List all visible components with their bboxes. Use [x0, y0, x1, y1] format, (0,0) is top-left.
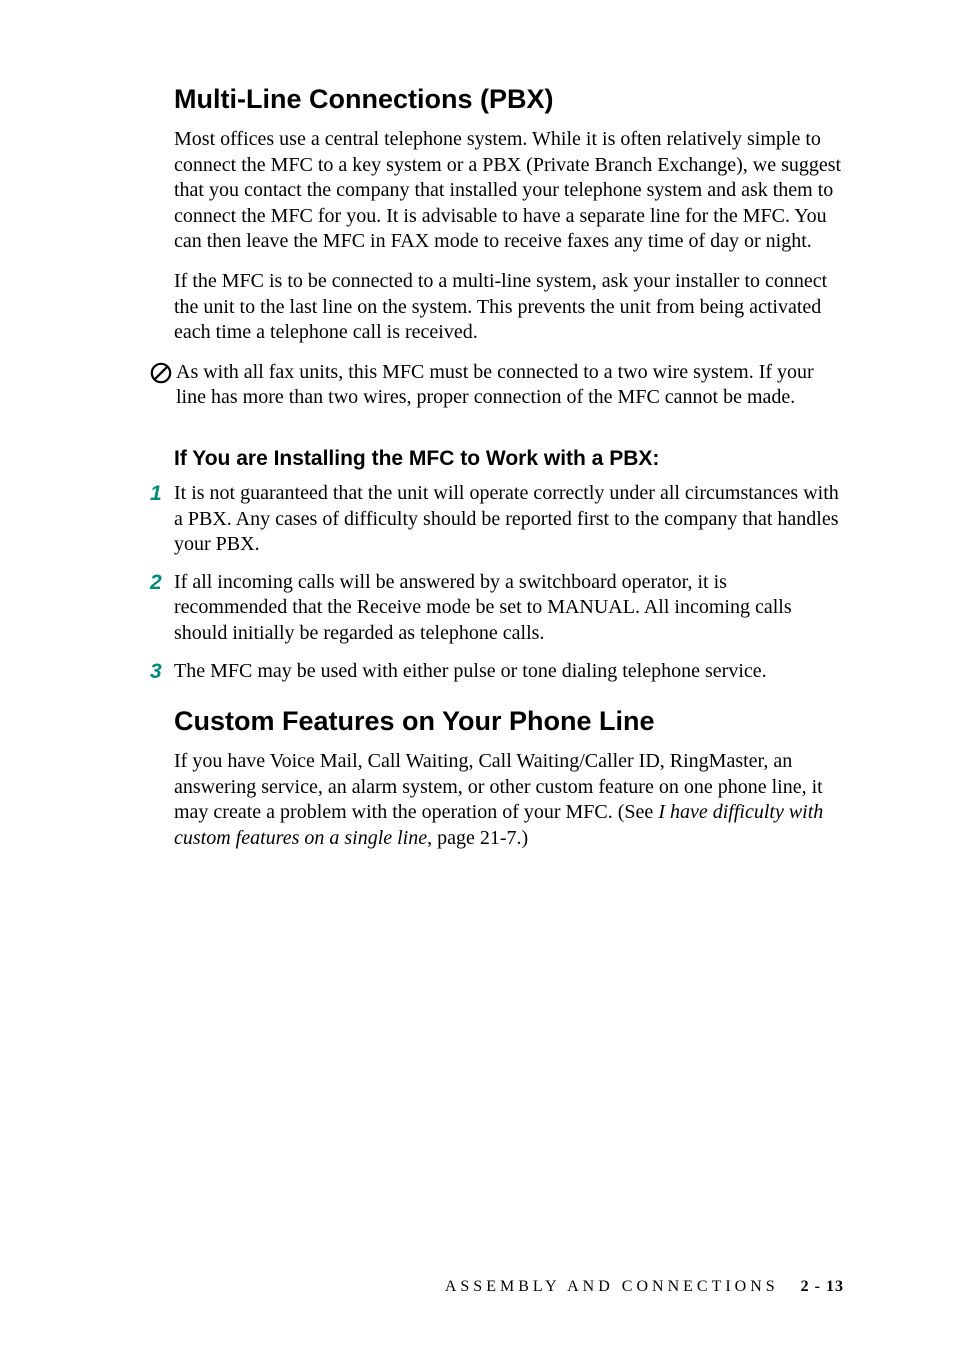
heading-custom-features: Custom Features on Your Phone Line: [174, 706, 844, 737]
footer-section-title: ASSEMBLY AND CONNECTIONS: [445, 1278, 779, 1295]
paragraph: If the MFC is to be connected to a multi…: [174, 269, 844, 346]
page-footer: ASSEMBLY AND CONNECTIONS 2 - 13: [445, 1278, 844, 1296]
note-text: As with all fax units, this MFC must be …: [176, 360, 844, 411]
step-item: It is not guaranteed that the unit will …: [174, 481, 844, 558]
text-run: , page 21-7.): [427, 827, 528, 849]
step-item: The MFC may be used with either pulse or…: [174, 659, 844, 685]
page-number: 2 - 13: [801, 1278, 844, 1295]
step-item: If all incoming calls will be answered b…: [174, 570, 844, 647]
document-page: Multi-Line Connections (PBX) Most office…: [0, 0, 954, 851]
heading-multi-line-connections: Multi-Line Connections (PBX): [174, 84, 844, 115]
prohibition-note: As with all fax units, this MFC must be …: [150, 360, 844, 411]
numbered-steps: It is not guaranteed that the unit will …: [150, 481, 844, 684]
subheading-installing-pbx: If You are Installing the MFC to Work wi…: [174, 447, 844, 471]
prohibition-icon: [150, 362, 174, 389]
paragraph: If you have Voice Mail, Call Waiting, Ca…: [174, 749, 844, 851]
paragraph: Most offices use a central telephone sys…: [174, 127, 844, 255]
